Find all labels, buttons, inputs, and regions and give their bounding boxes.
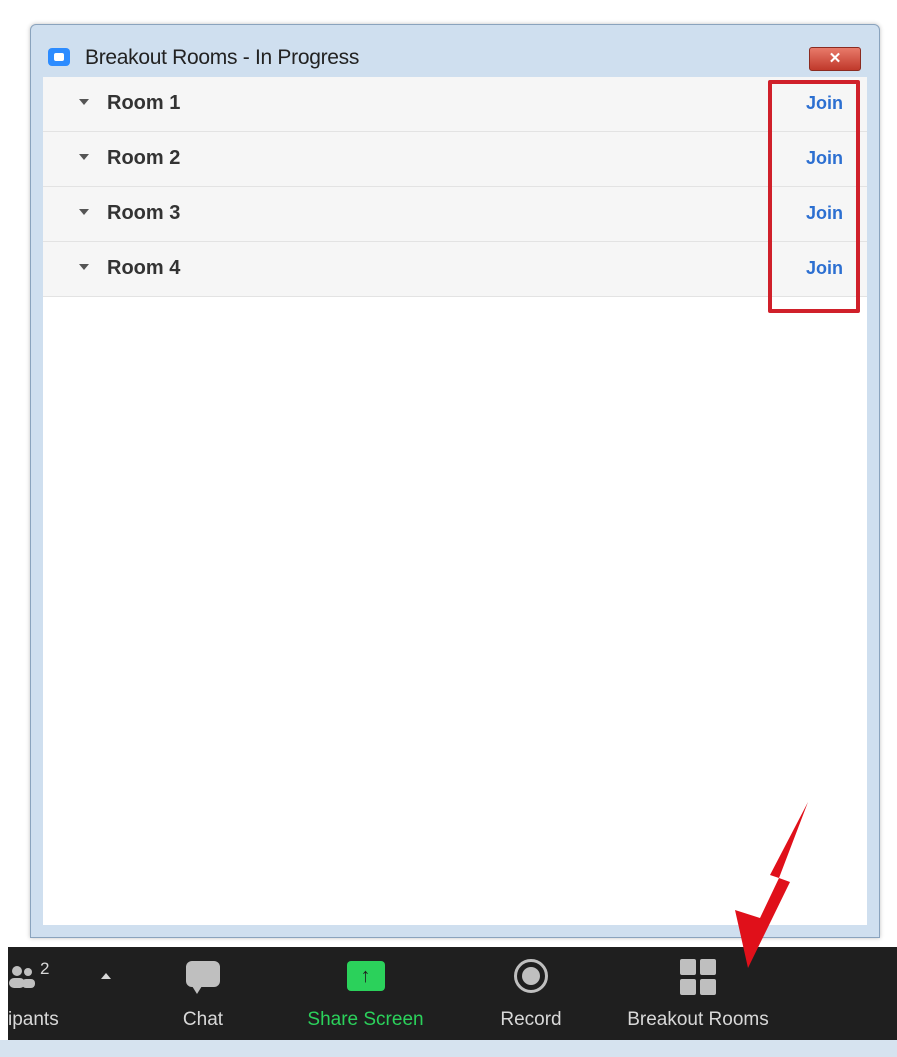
meeting-toolbar: 2 ipants Chat ↑ Share Screen Record Brea… — [8, 947, 897, 1040]
window-titlebar: Breakout Rooms - In Progress ✕ — [31, 25, 879, 77]
participants-button[interactable]: 2 ipants — [8, 947, 78, 1040]
caret-up-icon — [101, 973, 111, 979]
zoom-app-icon — [48, 48, 70, 66]
room-label: Room 2 — [107, 147, 181, 169]
share-screen-icon: ↑ — [346, 961, 385, 991]
breakout-rooms-icon — [680, 959, 716, 995]
record-icon — [514, 959, 548, 993]
room-row-2[interactable]: Room 2 Join — [43, 132, 867, 187]
rooms-panel: Room 1 Join Room 2 Join Room 3 Join Room… — [43, 77, 867, 925]
room-row-4[interactable]: Room 4 Join — [43, 242, 867, 297]
record-label: Record — [500, 1009, 562, 1030]
participants-count: 2 — [40, 959, 50, 978]
room-list: Room 1 Join Room 2 Join Room 3 Join Room… — [43, 77, 867, 297]
participants-label: ipants — [8, 1009, 59, 1030]
share-screen-label: Share Screen — [307, 1009, 424, 1030]
share-screen-button[interactable]: ↑ Share Screen — [293, 947, 438, 1040]
breakout-rooms-button[interactable]: Breakout Rooms — [608, 947, 788, 1040]
caret-down-icon[interactable] — [79, 264, 89, 270]
chat-icon — [186, 961, 220, 994]
caret-down-icon[interactable] — [79, 99, 89, 105]
bottom-strip — [0, 1040, 897, 1057]
join-highlight-box — [768, 80, 860, 313]
window-title: Breakout Rooms - In Progress — [85, 46, 360, 69]
close-icon[interactable]: ✕ — [809, 47, 861, 71]
breakout-rooms-label: Breakout Rooms — [627, 1009, 769, 1030]
room-row-1[interactable]: Room 1 Join — [43, 77, 867, 132]
room-label: Room 4 — [107, 257, 181, 279]
participants-options[interactable] — [92, 947, 122, 1040]
caret-down-icon[interactable] — [79, 154, 89, 160]
caret-down-icon[interactable] — [79, 209, 89, 215]
chat-label: Chat — [182, 1009, 224, 1030]
room-label: Room 1 — [107, 92, 181, 114]
room-label: Room 3 — [107, 202, 181, 224]
room-row-3[interactable]: Room 3 Join — [43, 187, 867, 242]
record-button[interactable]: Record — [486, 947, 576, 1040]
breakout-rooms-window: Breakout Rooms - In Progress ✕ Room 1 Jo… — [30, 24, 880, 938]
chat-button[interactable]: Chat — [168, 947, 238, 1040]
participants-icon — [9, 966, 35, 988]
